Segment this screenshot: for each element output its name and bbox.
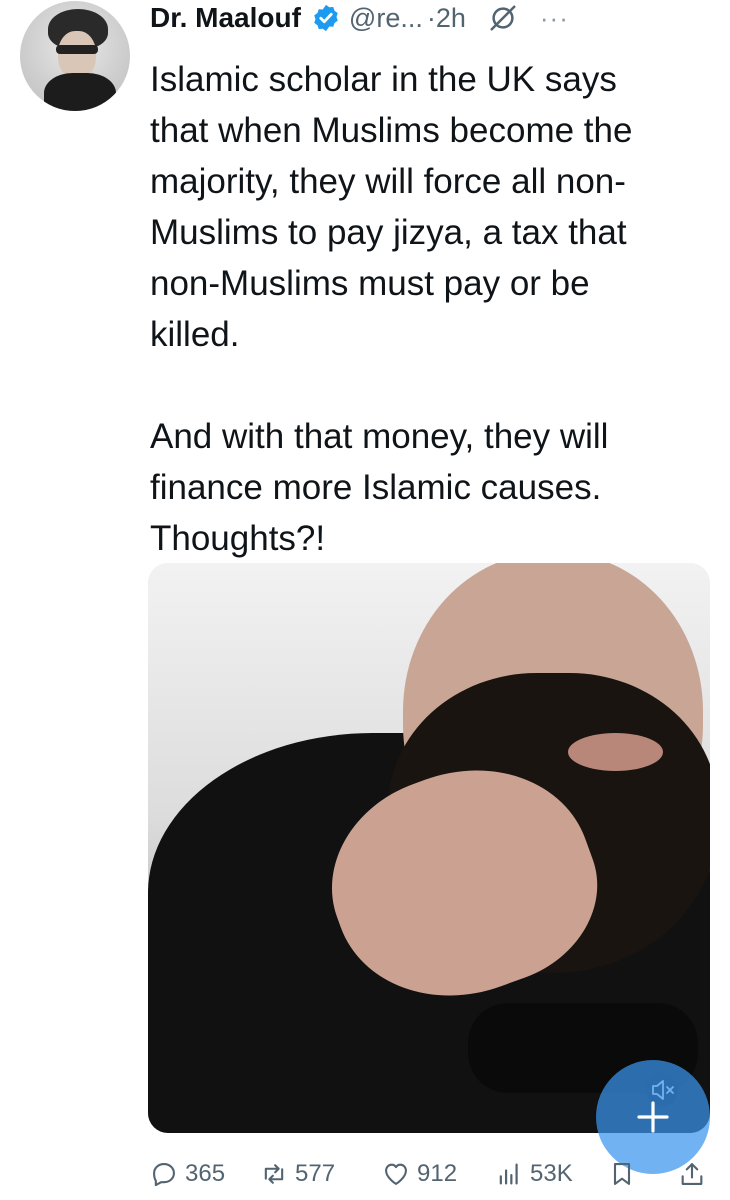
author-handle[interactable]: @re...: [349, 3, 423, 34]
tweet-header: Dr. Maalouf @re... ·2h ···: [150, 0, 725, 36]
like-button[interactable]: 912: [382, 1154, 457, 1194]
verified-badge-icon: [314, 4, 338, 32]
tweet-actions: 365 577 912 53K: [150, 1154, 710, 1194]
share-icon: [681, 1163, 703, 1185]
heart-icon: [385, 1163, 407, 1185]
bookmark-button[interactable]: [608, 1154, 643, 1194]
repost-button[interactable]: 577: [260, 1154, 335, 1194]
views-button[interactable]: 53K: [495, 1154, 573, 1194]
repost-icon: [264, 1164, 284, 1184]
tweet-video[interactable]: [148, 563, 710, 1133]
avatar[interactable]: [20, 1, 130, 111]
author-name[interactable]: Dr. Maalouf: [150, 2, 301, 34]
tweet-time[interactable]: ·2h: [427, 3, 466, 34]
share-button[interactable]: [678, 1154, 713, 1194]
bookmark-icon: [613, 1163, 631, 1185]
reply-count: 365: [185, 1160, 226, 1187]
reply-button[interactable]: 365: [150, 1154, 225, 1194]
tweet-text: Islamic scholar in the UK says that when…: [150, 60, 633, 558]
reply-icon: [153, 1163, 175, 1187]
like-count: 912: [417, 1160, 458, 1187]
plus-icon: [637, 1101, 669, 1133]
repost-count: 577: [295, 1160, 336, 1187]
views-icon: [499, 1163, 518, 1185]
grok-icon[interactable]: [488, 3, 518, 33]
view-count: 53K: [530, 1160, 573, 1187]
more-icon[interactable]: ···: [540, 3, 569, 34]
